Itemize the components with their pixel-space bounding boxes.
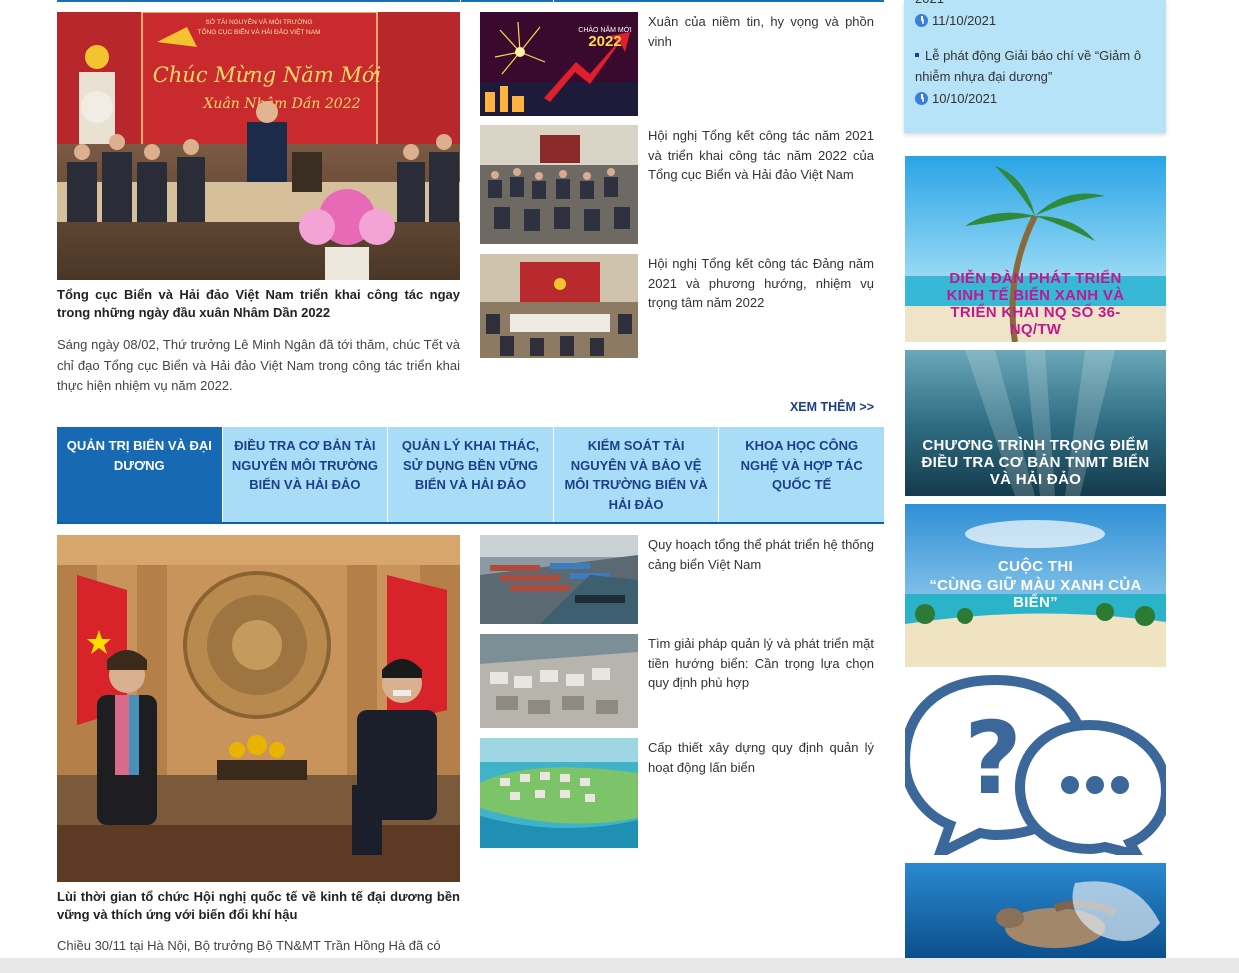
thumb-year: 2022 xyxy=(588,33,621,50)
image-banner-script1: Chúc Mừng Năm Mới xyxy=(153,63,382,87)
side-news-title[interactable]: Quy hoạch tổng thể phát triển hệ thống c… xyxy=(648,535,874,574)
news-item[interactable]: Lễ phát động Giải báo chí về “Giảm ô nhi… xyxy=(915,46,1157,87)
banner-blue-economy-forum[interactable]: DIỄN ĐÀN PHÁT TRIỂN KINH TẾ BIỂN XANH VÀ… xyxy=(905,156,1166,342)
featured-bottom-image[interactable] xyxy=(57,535,460,882)
banner-text-line1: CUỘC THI xyxy=(998,558,1073,575)
bottom-scroll-bar xyxy=(0,958,1239,973)
image-banner-line2: TỔNG CỤC BIỂN VÀ HẢI ĐẢO VIỆT NAM xyxy=(197,27,320,36)
side-news-item[interactable]: Quy hoạch tổng thể phát triển hệ thống c… xyxy=(480,535,884,624)
image-banner-line1: SỞ TÀI NGUYÊN VÀ MÔI TRƯỜNG xyxy=(205,17,312,26)
featured-top-title[interactable]: Tổng cục Biển và Hải đảo Việt Nam triển … xyxy=(57,286,460,322)
tab-khoa-hoc-cong-nghe[interactable]: KHOA HỌC CÔNG NGHỆ VÀ HỢP TÁC QUỐC TẾ xyxy=(718,427,884,522)
banner-contest[interactable]: CUỘC THI “CÙNG GIỮ MÀU XANH CỦA BIỂN” xyxy=(905,504,1166,667)
question-chat-icon: ? xyxy=(905,675,1166,855)
side-news-thumb[interactable] xyxy=(480,634,638,728)
image-banner-script2: Xuân Nhâm Dần 2022 xyxy=(202,95,360,112)
svg-text:?: ? xyxy=(964,700,1022,817)
side-news-title[interactable]: Cấp thiết xây dựng quy định quản lý hoạt… xyxy=(648,738,874,777)
side-news-thumb[interactable] xyxy=(480,738,638,848)
featured-bottom-title[interactable]: Lùi thời gian tổ chức Hội nghị quốc tế v… xyxy=(57,888,460,924)
tab-quan-ly-khai-thac[interactable]: QUẢN LÝ KHAI THÁC, SỬ DỤNG BỀN VỮNG BIỂN… xyxy=(387,427,553,522)
tab-kiem-soat-tai-nguyen[interactable]: KIỂM SOÁT TÀI NGUYÊN VÀ BẢO VỆ MÔI TRƯỜN… xyxy=(552,427,719,522)
featured-top-summary: Sáng ngày 08/02, Thứ trưởng Lê Minh Ngân… xyxy=(57,337,460,393)
side-news-item[interactable]: CHÀO NĂM MỚI 2022 Xuân của niềm tin, hy … xyxy=(480,12,884,116)
news-date-text: 11/10/2021 xyxy=(932,13,997,28)
banner-faq[interactable]: ? xyxy=(905,675,1166,855)
side-news-item[interactable]: Tìm giải pháp quản lý và phát triển mặt … xyxy=(480,634,884,728)
banner-ocean-plastic[interactable] xyxy=(905,863,1166,958)
banner-text-line2: “CÙNG GIỮ MÀU XANH CỦA BIỂN” xyxy=(929,577,1142,611)
section-top-line xyxy=(57,0,884,2)
side-news-title[interactable]: Tìm giải pháp quản lý và phát triển mặt … xyxy=(648,634,874,693)
news-item-date: 10/10/2021 xyxy=(915,91,997,106)
bullet-icon xyxy=(915,52,919,57)
banner-text: CHƯƠNG TRÌNH TRỌNG ĐIỂM ĐIỀU TRA CƠ BẢN … xyxy=(921,437,1150,488)
news-item-title-partial[interactable]: 2021 xyxy=(915,0,1157,10)
side-news-thumb[interactable] xyxy=(480,125,638,244)
featured-top-image[interactable]: SỞ TÀI NGUYÊN VÀ MÔI TRƯỜNG TỔNG CỤC BIỂ… xyxy=(57,12,460,280)
side-news-item[interactable]: Hội nghị Tổng kết công tác Đảng năm 2021… xyxy=(480,254,884,358)
featured-bottom-summary: Chiều 30/11 tại Hà Nội, Bộ trưởng Bộ TN&… xyxy=(57,938,441,953)
latest-news-box: 2021 11/10/2021 Lễ phát động Giải báo ch… xyxy=(904,0,1166,133)
clock-icon xyxy=(915,92,928,105)
tab-dieu-tra-co-ban[interactable]: ĐIỀU TRA CƠ BẢN TÀI NGUYÊN MÔI TRƯỜNG BI… xyxy=(221,427,388,522)
category-tabs: QUẢN TRỊ BIỂN VÀ ĐẠI DƯƠNG ĐIỀU TRA CƠ B… xyxy=(57,427,884,524)
side-news-thumb[interactable] xyxy=(480,535,638,624)
clock-icon xyxy=(915,14,928,27)
tab-quan-tri-bien[interactable]: QUẢN TRỊ BIỂN VÀ ĐẠI DƯƠNG xyxy=(57,427,222,522)
side-news-title[interactable]: Hội nghị Tổng kết công tác Đảng năm 2021… xyxy=(648,254,874,313)
side-news-title[interactable]: Xuân của niềm tin, hy vọng và phồn vinh xyxy=(648,12,874,51)
side-news-item[interactable]: Cấp thiết xây dựng quy định quản lý hoạt… xyxy=(480,738,884,848)
banner-key-program[interactable]: CHƯƠNG TRÌNH TRỌNG ĐIỂM ĐIỀU TRA CƠ BẢN … xyxy=(905,350,1166,496)
side-news-title[interactable]: Hội nghị Tổng kết công tác năm 2021 và t… xyxy=(648,126,874,185)
turtle-plastic-image xyxy=(905,863,1166,958)
side-news-item[interactable]: Hội nghị Tổng kết công tác năm 2021 và t… xyxy=(480,125,884,244)
side-news-thumb[interactable]: CHÀO NĂM MỚI 2022 xyxy=(480,12,638,116)
news-item-date: 11/10/2021 xyxy=(915,13,996,28)
banner-text: DIỄN ĐÀN PHÁT TRIỂN KINH TẾ BIỂN XANH VÀ… xyxy=(946,270,1125,338)
side-news-thumb[interactable] xyxy=(480,254,638,358)
more-link[interactable]: XEM THÊM >> xyxy=(790,400,874,414)
news-date-text: 10/10/2021 xyxy=(932,91,998,106)
news-item-title[interactable]: Lễ phát động Giải báo chí về “Giảm ô nhi… xyxy=(915,48,1141,84)
